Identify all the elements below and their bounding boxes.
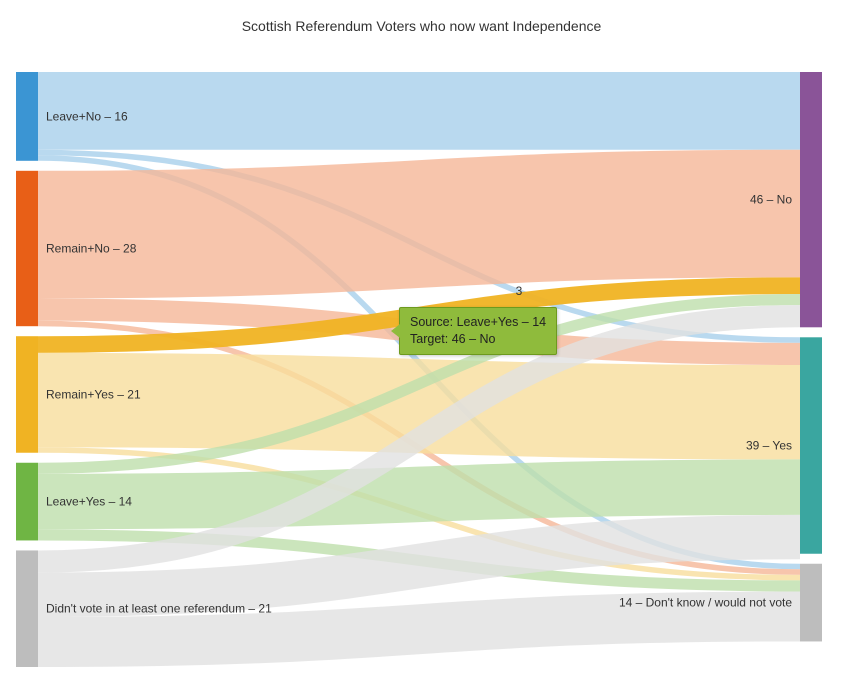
sankey-link[interactable] xyxy=(38,214,800,235)
source-node-leave_no[interactable] xyxy=(16,72,38,161)
source-label-didnt_vote: Didn't vote in at least one referendum –… xyxy=(46,602,272,616)
highlighted-link-value: 3 xyxy=(516,284,523,298)
target-node-dk[interactable] xyxy=(800,564,822,642)
source-node-remain_no[interactable] xyxy=(16,171,38,326)
tooltip-target: 46 – No xyxy=(452,332,496,346)
chart-title: Scottish Referendum Voters who now want … xyxy=(0,0,843,62)
target-label-yes: 39 – Yes xyxy=(746,439,792,453)
sankey-link[interactable] xyxy=(38,487,800,501)
target-node-yes[interactable] xyxy=(800,337,822,553)
source-node-remain_yes[interactable] xyxy=(16,336,38,453)
sankey-link[interactable] xyxy=(38,400,800,412)
source-label-remain_yes: Remain+Yes – 21 xyxy=(46,387,141,401)
source-label-leave_no: Leave+No – 16 xyxy=(46,109,128,123)
tooltip-target-prefix: Target: xyxy=(410,332,448,346)
target-label-no: 46 – No xyxy=(750,193,792,207)
sankey-link[interactable] xyxy=(38,616,800,642)
source-label-leave_yes: Leave+Yes – 14 xyxy=(46,495,132,509)
target-node-no[interactable] xyxy=(800,72,822,327)
link-tooltip: Source: Leave+Yes – 14 Target: 46 – No xyxy=(399,307,557,355)
tooltip-source-prefix: Source: xyxy=(410,315,453,329)
source-label-remain_no: Remain+No – 28 xyxy=(46,242,137,256)
tooltip-source: Leave+Yes – 14 xyxy=(457,315,547,329)
source-node-didnt_vote[interactable] xyxy=(16,550,38,667)
sankey-chart: Leave+No – 16 Remain+No – 28 Remain+Yes – … xyxy=(0,62,843,677)
source-node-leave_yes[interactable] xyxy=(16,463,38,541)
target-label-dk: 14 – Don't know / would not vote xyxy=(619,596,792,610)
